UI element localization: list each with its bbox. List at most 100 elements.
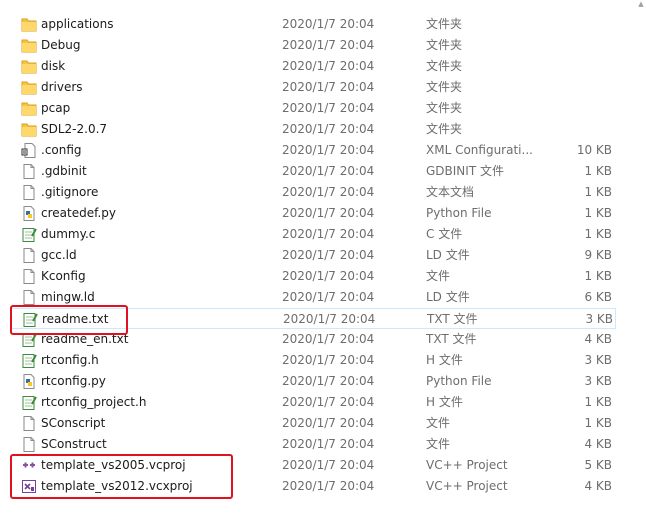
file-icon (21, 413, 37, 434)
file-date-modified: 2020/1/7 20:04 (282, 143, 375, 157)
file-row-createdef-py[interactable]: createdef.py 2020/1/7 20:04 Python File 1 K… (10, 203, 616, 224)
file-size (550, 119, 612, 140)
highlight-box-readme (10, 305, 128, 335)
file-name[interactable]: .gitignore (41, 182, 271, 203)
file-type: Python File (426, 206, 492, 220)
file-name[interactable]: Kconfig (41, 266, 271, 287)
file-date-modified: 2020/1/7 20:04 (282, 101, 375, 115)
file-date-modified: 2020/1/7 20:04 (282, 332, 375, 346)
file-row-rtconfig-h[interactable]: rtconfig.h 2020/1/7 20:04 H 文件 3 KB (10, 350, 616, 371)
file-name[interactable]: Debug (41, 35, 271, 56)
file-row-gdbinit[interactable]: .gdbinit 2020/1/7 20:04 GDBINIT 文件 1 KB (10, 161, 616, 182)
file-row-kconfig[interactable]: Kconfig 2020/1/7 20:04 文件 1 KB (10, 266, 616, 287)
file-date-modified: 2020/1/7 20:04 (282, 437, 375, 451)
file-name[interactable]: .config (41, 140, 271, 161)
file-name[interactable]: SConstruct (41, 434, 271, 455)
file-size: 3 KB (584, 374, 612, 388)
highlight-box-templates (10, 454, 233, 499)
file-date-modified: 2020/1/7 20:04 (282, 185, 375, 199)
python-file-icon (21, 203, 37, 224)
file-name[interactable]: rtconfig_project.h (41, 392, 271, 413)
file-name[interactable]: createdef.py (41, 203, 271, 224)
file-name[interactable]: dummy.c (41, 224, 271, 245)
file-type: H 文件 (426, 395, 463, 409)
file-name[interactable]: rtconfig.py (41, 371, 271, 392)
file-type: 文件夹 (426, 17, 463, 31)
file-type: Python File (426, 374, 492, 388)
file-name[interactable]: drivers (41, 77, 271, 98)
folder-icon (21, 119, 37, 140)
file-name[interactable]: SConscript (41, 413, 271, 434)
file-size: 1 KB (584, 206, 612, 220)
file-date-modified: 2020/1/7 20:04 (282, 416, 375, 430)
folder-icon (21, 14, 37, 35)
file-size (550, 98, 612, 119)
file-row-sconstruct[interactable]: SConstruct 2020/1/7 20:04 文件 4 KB (10, 434, 616, 455)
file-size: 1 KB (584, 416, 612, 430)
file-row-disk[interactable]: disk 2020/1/7 20:04 文件夹 (10, 56, 616, 77)
file-type: VC++ Project (426, 458, 508, 472)
file-row-sdl2-2-0-7[interactable]: SDL2-2.0.7 2020/1/7 20:04 文件夹 (10, 119, 616, 140)
file-icon (21, 245, 37, 266)
file-name[interactable]: gcc.ld (41, 245, 271, 266)
folder-icon (21, 35, 37, 56)
file-name[interactable]: disk (41, 56, 271, 77)
file-date-modified: 2020/1/7 20:04 (282, 395, 375, 409)
file-type: 文件夹 (426, 101, 463, 115)
file-type: GDBINIT 文件 (426, 164, 504, 178)
scroll-up-arrow-icon[interactable]: ▲ (636, 0, 646, 8)
file-size: 10 KB (576, 143, 612, 157)
file-type: LD 文件 (426, 248, 470, 262)
file-size (550, 56, 612, 77)
file-name[interactable]: .gdbinit (41, 161, 271, 182)
file-row-applications[interactable]: applications 2020/1/7 20:04 文件夹 (10, 14, 616, 35)
file-row-debug[interactable]: Debug 2020/1/7 20:04 文件夹 (10, 35, 616, 56)
config-file-icon (21, 140, 37, 161)
file-name[interactable]: pcap (41, 98, 271, 119)
file-type: 文件夹 (426, 122, 463, 136)
file-name[interactable]: rtconfig.h (41, 350, 271, 371)
file-type: VC++ Project (426, 479, 508, 493)
file-size: 3 KB (584, 353, 612, 367)
file-date-modified: 2020/1/7 20:04 (282, 479, 375, 493)
file-date-modified: 2020/1/7 20:04 (282, 59, 375, 73)
file-name[interactable]: applications (41, 14, 271, 35)
file-row-pcap[interactable]: pcap 2020/1/7 20:04 文件夹 (10, 98, 616, 119)
file-date-modified: 2020/1/7 20:04 (283, 312, 376, 326)
notepad-file-icon (21, 350, 37, 371)
file-date-modified: 2020/1/7 20:04 (282, 353, 375, 367)
file-row-config[interactable]: .config 2020/1/7 20:04 XML Configurati... 1… (10, 140, 616, 161)
file-size: 4 KB (584, 332, 612, 346)
file-icon (21, 434, 37, 455)
notepad-file-icon (21, 224, 37, 245)
file-row-dummy-c[interactable]: dummy.c 2020/1/7 20:04 C 文件 1 KB (10, 224, 616, 245)
file-size: 1 KB (584, 227, 612, 241)
file-type: TXT 文件 (426, 332, 477, 346)
file-date-modified: 2020/1/7 20:04 (282, 164, 375, 178)
file-row-rtconfig-project-h[interactable]: rtconfig_project.h 2020/1/7 20:04 H 文件 1 KB (10, 392, 616, 413)
file-date-modified: 2020/1/7 20:04 (282, 290, 375, 304)
file-row-gitignore[interactable]: .gitignore 2020/1/7 20:04 文本文档 1 KB (10, 182, 616, 203)
file-size: 9 KB (584, 248, 612, 262)
file-icon (21, 182, 37, 203)
file-date-modified: 2020/1/7 20:04 (282, 80, 375, 94)
file-type: 文件夹 (426, 38, 463, 52)
file-row-drivers[interactable]: drivers 2020/1/7 20:04 文件夹 (10, 77, 616, 98)
vertical-scrollbar[interactable]: ▲ (636, 0, 646, 529)
notepad-file-icon (21, 392, 37, 413)
file-size (550, 77, 612, 98)
folder-icon (21, 98, 37, 119)
file-row-gcc-ld[interactable]: gcc.ld 2020/1/7 20:04 LD 文件 9 KB (10, 245, 616, 266)
file-row-sconscript[interactable]: SConscript 2020/1/7 20:04 文件 1 KB (10, 413, 616, 434)
file-type: XML Configurati... (426, 143, 533, 157)
file-size: 1 KB (584, 164, 612, 178)
file-icon (21, 161, 37, 182)
file-date-modified: 2020/1/7 20:04 (282, 227, 375, 241)
file-icon (21, 266, 37, 287)
file-date-modified: 2020/1/7 20:04 (282, 248, 375, 262)
file-row-rtconfig-py[interactable]: rtconfig.py 2020/1/7 20:04 Python File 3 KB (10, 371, 616, 392)
file-size: 3 KB (585, 312, 613, 326)
file-type: 文件夹 (426, 59, 463, 73)
file-name[interactable]: SDL2-2.0.7 (41, 119, 271, 140)
file-size: 1 KB (584, 185, 612, 199)
